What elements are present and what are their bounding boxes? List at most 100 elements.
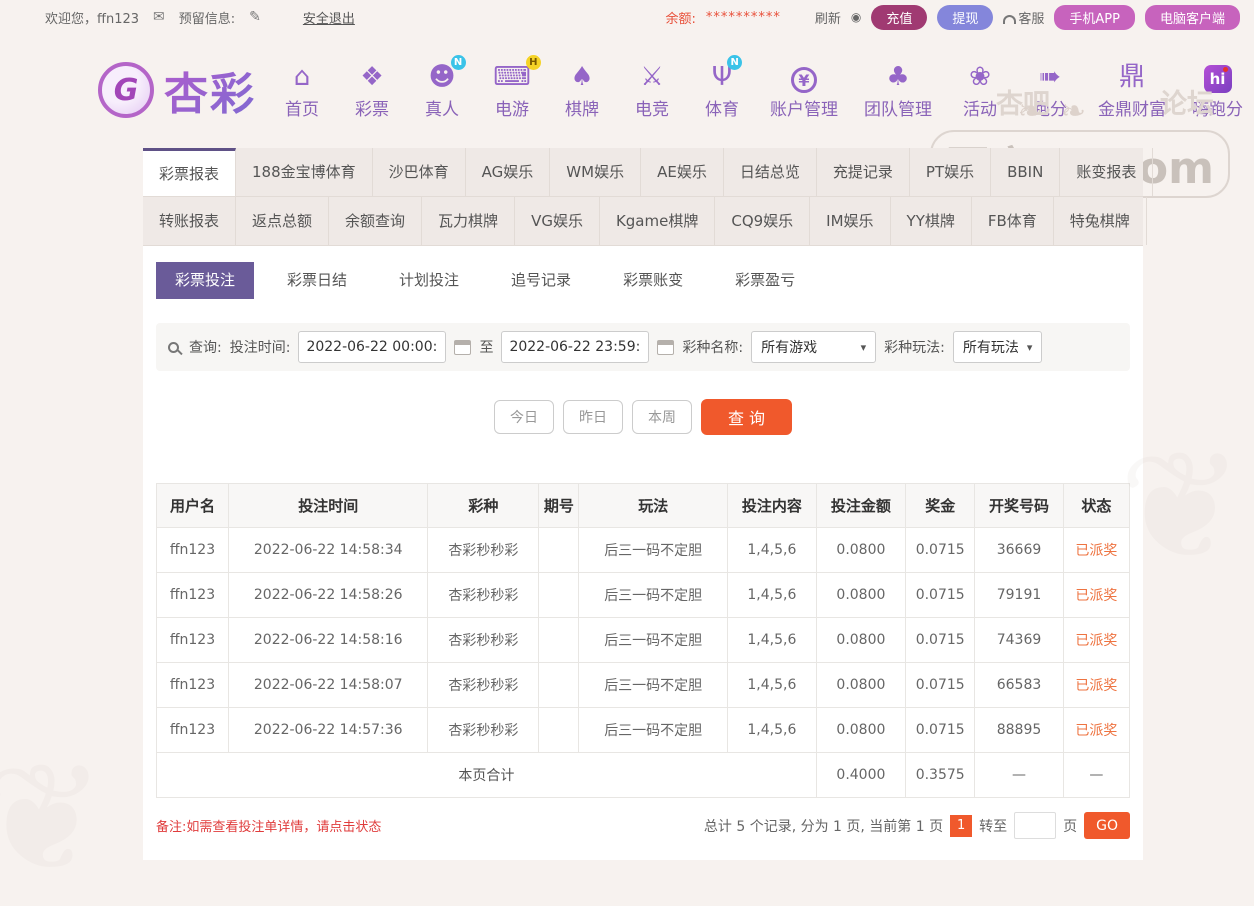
status-link[interactable]: 已派奖	[1062, 707, 1131, 753]
tab-BBIN[interactable]: BBIN	[991, 148, 1061, 196]
cards-icon: ♠	[570, 61, 594, 92]
calendar-icon[interactable]	[454, 339, 472, 355]
calendar-icon[interactable]	[657, 339, 675, 355]
col-header-彩种: 彩种	[427, 483, 540, 528]
tab-IM娱乐[interactable]: IM娱乐	[810, 197, 891, 245]
query-button[interactable]: 查 询	[700, 399, 793, 435]
mail-icon[interactable]: ✉	[153, 9, 165, 25]
site-logo[interactable]: G 杏彩	[98, 58, 256, 122]
play-type-label: 彩种玩法:	[884, 340, 945, 356]
tab-充提记录[interactable]: 充提记录	[817, 148, 910, 196]
chevron-down-icon: ▾	[860, 340, 867, 354]
week-button[interactable]: 本周	[631, 400, 692, 434]
nav-item-home[interactable]: ⌂ 首页	[280, 61, 324, 120]
status-link[interactable]: 已派奖	[1062, 617, 1131, 663]
today-button[interactable]: 今日	[493, 400, 554, 434]
play-select[interactable]: 所有玩法 ▾	[952, 331, 1043, 363]
tab-AG娱乐[interactable]: AG娱乐	[466, 148, 551, 196]
pc-client-button[interactable]: 电脑客户端	[1144, 4, 1240, 30]
cell-投注内容: 1,4,5,6	[727, 617, 817, 663]
eye-icon[interactable]: ◉	[851, 10, 861, 24]
status-link[interactable]: 已派奖	[1062, 527, 1131, 573]
cell-彩种: 杏彩秒秒彩	[427, 572, 540, 618]
tab-VG娱乐[interactable]: VG娱乐	[515, 197, 600, 245]
game-select[interactable]: 所有游戏 ▾	[751, 331, 877, 363]
summary-dash: —	[1062, 752, 1131, 798]
chevron-down-icon: ▾	[1026, 340, 1033, 354]
tab-账变报表[interactable]: 账变报表	[1060, 148, 1154, 196]
refresh-button[interactable]: 刷新	[815, 8, 841, 27]
tab-余额查询[interactable]: 余额查询	[329, 197, 423, 245]
tab-返点总额[interactable]: 返点总额	[236, 197, 330, 245]
nav-item-account[interactable]: ¥ 账户管理	[770, 64, 838, 120]
tab-WM娱乐[interactable]: WM娱乐	[550, 148, 642, 196]
nav-item-team[interactable]: ♣ 团队管理	[864, 61, 932, 120]
cell-彩种: 杏彩秒秒彩	[427, 662, 540, 708]
nav-label: 活动	[963, 99, 997, 120]
cell-玩法: 后三一码不定胆	[578, 572, 729, 618]
tab-特兔棋牌[interactable]: 特兔棋牌	[1054, 197, 1147, 245]
deposit-button[interactable]: 充值	[871, 4, 928, 30]
summary-row: 本页合计 0.4000 0.3575— —	[156, 752, 1131, 798]
cell-投注时间: 2022-06-22 14:58:26	[227, 572, 429, 618]
go-button[interactable]: GO	[1084, 812, 1130, 839]
pagination-summary: 总计 5 个记录, 分为 1 页, 当前第 1 页	[703, 818, 944, 835]
service-link[interactable]: 客服	[1003, 8, 1044, 27]
nav-item-person[interactable]: ☻ N 真人	[420, 54, 466, 120]
cell-投注时间: 2022-06-22 14:58:16	[227, 617, 429, 663]
tab-Kgame棋牌[interactable]: Kgame棋牌	[600, 197, 716, 245]
subtab-计划投注[interactable]: 计划投注	[380, 262, 478, 299]
nav-label: 首页	[285, 99, 319, 120]
status-link[interactable]: 已派奖	[1062, 662, 1131, 708]
subtab-彩票账变[interactable]: 彩票账变	[604, 262, 702, 299]
reserved-info-label: 预留信息:	[178, 11, 236, 27]
status-link[interactable]: 已派奖	[1062, 572, 1131, 618]
nav-item-egame[interactable]: ⌨ H 电游	[490, 54, 541, 120]
table-row: ffn123 2022-06-22 14:58:07 杏彩秒秒彩 后三一码不定胆 1,4…	[156, 662, 1131, 708]
cell-投注金额: 0.0800	[815, 662, 907, 708]
nav-label: 彩票	[355, 99, 389, 120]
nav-item-esports[interactable]: ⚔ 电竞	[630, 61, 674, 120]
logo-text: 杏彩	[164, 58, 256, 122]
cell-玩法: 后三一码不定胆	[578, 617, 729, 663]
yesterday-button[interactable]: 昨日	[562, 400, 623, 434]
tab-日结总览[interactable]: 日结总览	[724, 148, 817, 196]
tab-FB体育[interactable]: FB体育	[972, 197, 1054, 245]
tab-CQ9娱乐[interactable]: CQ9娱乐	[715, 197, 811, 245]
withdraw-button[interactable]: 提现	[937, 4, 994, 30]
subtab-彩票投注[interactable]: 彩票投注	[156, 262, 255, 299]
cell-投注内容: 1,4,5,6	[727, 572, 817, 618]
page-number-button[interactable]: 1	[950, 814, 973, 837]
time-from-input[interactable]	[298, 331, 447, 363]
cell-投注金额: 0.0800	[815, 572, 907, 618]
time-to-input[interactable]	[501, 331, 650, 363]
tab-AE娱乐[interactable]: AE娱乐	[641, 148, 724, 196]
content-area: 彩票投注彩票日结计划投注追号记录彩票账变彩票盈亏 查询: 投注时间: 至 彩种名…	[143, 246, 1143, 860]
subtab-彩票日结[interactable]: 彩票日结	[268, 262, 366, 299]
mobile-app-button[interactable]: 手机APP	[1054, 4, 1135, 30]
tab-彩票报表[interactable]: 彩票报表	[143, 148, 237, 196]
edit-icon[interactable]: ✎	[249, 9, 261, 25]
col-header-奖金: 奖金	[905, 483, 976, 528]
nav-label: 体育	[705, 99, 739, 120]
tab-沙巴体育[interactable]: 沙巴体育	[373, 148, 466, 196]
subtab-追号记录[interactable]: 追号记录	[492, 262, 590, 299]
nav-item-ticket[interactable]: ❖ 彩票	[350, 61, 394, 120]
tab-188金宝博体育[interactable]: 188金宝博体育	[236, 148, 373, 196]
col-header-用户名: 用户名	[156, 483, 229, 528]
logout-link[interactable]: 安全退出	[303, 8, 355, 27]
cell-投注时间: 2022-06-22 14:58:07	[227, 662, 429, 708]
welcome-text: 欢迎您，ffn123	[45, 11, 140, 27]
bets-table: 用户名 投注时间 彩种 期号 玩法 投注内容 投注金额 奖金 开奖号码 状态 ffn123 2022…	[156, 483, 1131, 798]
tab-瓦力棋牌[interactable]: 瓦力棋牌	[422, 197, 516, 245]
nav-item-sports[interactable]: Ψ N 体育	[700, 54, 744, 120]
cell-投注金额: 0.0800	[815, 707, 907, 753]
subtab-彩票盈亏[interactable]: 彩票盈亏	[716, 262, 814, 299]
tab-PT娱乐[interactable]: PT娱乐	[910, 148, 992, 196]
tab-转账报表[interactable]: 转账报表	[143, 197, 237, 245]
tab-YY棋牌[interactable]: YY棋牌	[891, 197, 972, 245]
subtab-bar: 彩票投注 彩票日结 计划投注 追号记录 彩票账变 彩票盈亏	[156, 262, 1130, 299]
gift-icon: ❀	[969, 61, 991, 92]
goto-page-input[interactable]	[1014, 812, 1057, 839]
nav-item-cards[interactable]: ♠ 棋牌	[560, 61, 604, 120]
